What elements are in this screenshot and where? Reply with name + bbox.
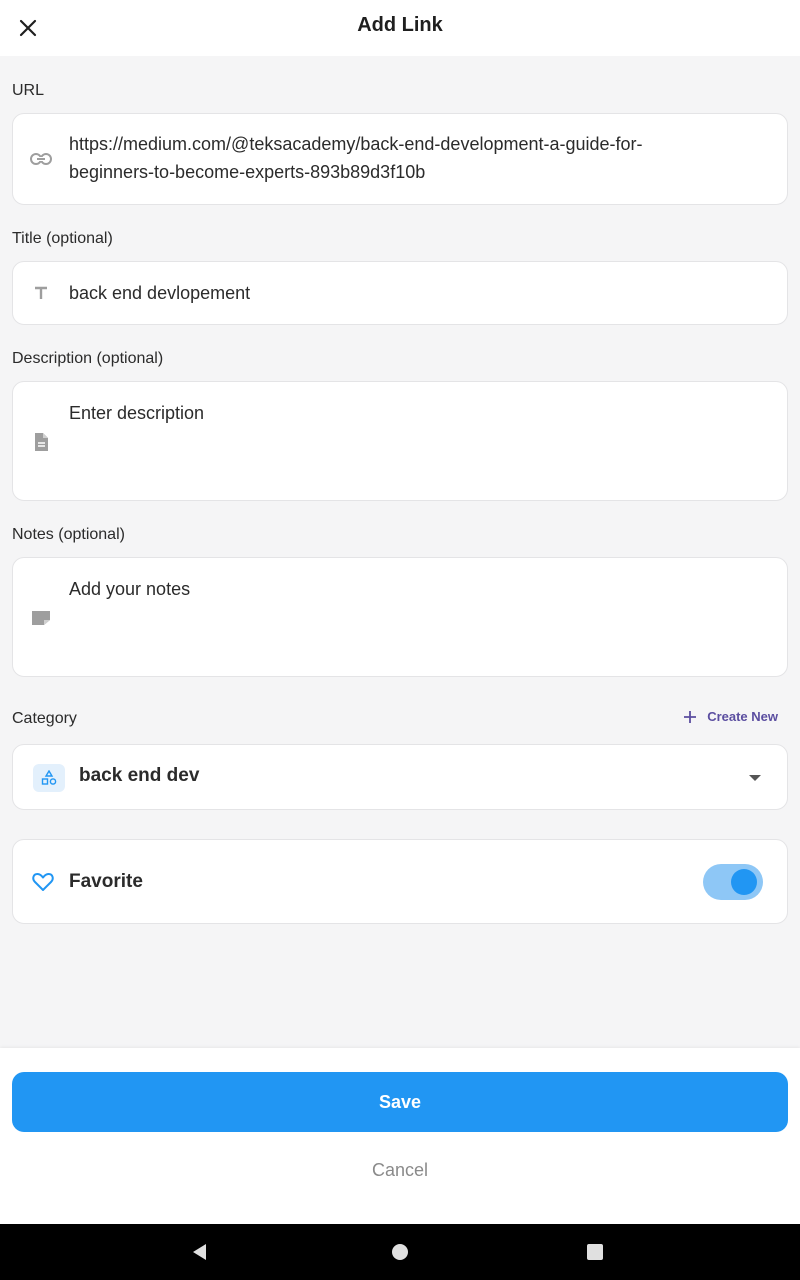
category-selected-value: back end dev: [79, 765, 200, 786]
category-label: Category: [12, 710, 77, 727]
description-label: Description (optional): [12, 350, 164, 367]
recents-square-icon: [587, 1244, 603, 1260]
home-circle-icon: [392, 1244, 408, 1260]
create-new-category-button[interactable]: Create New: [683, 709, 778, 724]
category-dropdown[interactable]: back end dev: [12, 744, 788, 810]
save-button[interactable]: Save: [12, 1072, 788, 1132]
back-triangle-icon: [193, 1244, 206, 1260]
url-value: https://medium.com/@teksacademy/back-end…: [69, 130, 771, 186]
chevron-down-icon: [749, 775, 761, 781]
note-icon: [29, 606, 53, 630]
toggle-knob: [731, 869, 757, 895]
url-label: URL: [12, 82, 45, 99]
title-label: Title (optional): [12, 230, 113, 247]
cancel-button[interactable]: Cancel: [0, 1160, 800, 1181]
document-icon: [29, 430, 53, 454]
title-value: back end devlopement: [69, 283, 251, 303]
page-title: Add Link: [357, 14, 443, 36]
bottom-action-panel: Save Cancel: [0, 1048, 800, 1224]
favorite-row: Favorite: [12, 839, 788, 924]
description-placeholder: Enter description: [69, 403, 205, 423]
system-navigation-bar: [0, 1224, 800, 1280]
notes-field[interactable]: Add your notes: [12, 557, 788, 677]
favorite-label: Favorite: [69, 871, 143, 892]
url-line-1: https://medium.com/@teksacademy/back-end…: [69, 134, 643, 154]
home-nav-button[interactable]: [388, 1240, 412, 1264]
text-icon: [29, 281, 53, 305]
notes-label: Notes (optional): [12, 526, 125, 543]
url-line-2: beginners-to-become-experts-893b89d3f10b: [69, 162, 426, 182]
heart-icon: [31, 870, 55, 894]
link-icon: [29, 147, 53, 171]
back-nav-button[interactable]: [188, 1240, 212, 1264]
app-bar: Add Link: [0, 0, 800, 56]
url-field[interactable]: https://medium.com/@teksacademy/back-end…: [12, 113, 788, 205]
recents-nav-button[interactable]: [583, 1240, 607, 1264]
category-icon: [33, 764, 65, 792]
favorite-toggle[interactable]: [703, 864, 763, 900]
notes-placeholder: Add your notes: [69, 579, 191, 599]
description-field[interactable]: Enter description: [12, 381, 788, 501]
create-new-label: Create New: [707, 709, 778, 724]
plus-icon: [684, 710, 697, 723]
title-field[interactable]: back end devlopement: [12, 261, 788, 325]
